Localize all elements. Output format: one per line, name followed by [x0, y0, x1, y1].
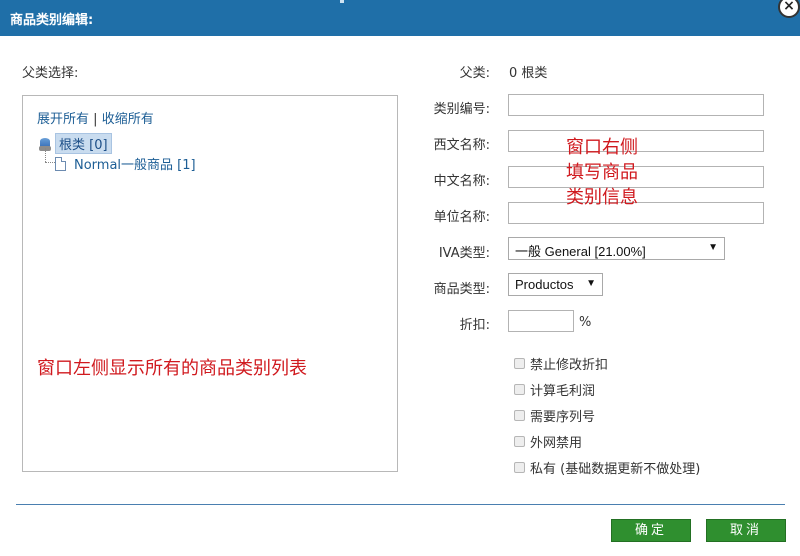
tree-node-child[interactable]: Normal一般商品 [1]: [55, 154, 196, 173]
checkbox-calc-gross-profit[interactable]: 计算毛利润: [514, 380, 595, 399]
product-type-label: 商品类型:: [433, 282, 490, 297]
dialog-title: 商品类别编辑:: [10, 13, 94, 28]
checkbox-box[interactable]: [514, 358, 525, 369]
western-name-label: 西文名称:: [433, 138, 490, 153]
tree-actions: 展开所有 | 收缩所有: [37, 108, 154, 127]
right-annotation-line: 窗口右侧: [566, 137, 638, 158]
checkbox-label: 需要序列号: [530, 410, 596, 425]
close-icon: ×: [783, 0, 795, 14]
dialog-titlebar: 商品类别编辑:: [0, 0, 800, 36]
right-annotation: 窗口右侧 填写商品 类别信息: [566, 135, 638, 210]
code-label: 类别编号:: [433, 102, 490, 117]
tree-node-root[interactable]: 根类 [0]: [39, 133, 112, 154]
right-annotation-line: 填写商品: [566, 162, 638, 183]
tree-node-root-label[interactable]: 根类 [0]: [55, 133, 112, 154]
checkbox-label: 外网禁用: [530, 436, 583, 451]
category-tree-panel: 展开所有 | 收缩所有 根类 [0] Normal一般商品 [1] 窗口左侧显示…: [22, 95, 398, 472]
parent-value: 0 根类: [509, 66, 548, 81]
checkbox-disable-discount-edit[interactable]: 禁止修改折扣: [514, 354, 608, 373]
confirm-button[interactable]: 确定: [611, 519, 691, 542]
checkbox-private[interactable]: 私有 (基础数据更新不做处理): [514, 458, 700, 477]
cancel-button[interactable]: 取消: [706, 519, 786, 542]
left-annotation: 窗口左侧显示所有的商品类别列表: [37, 358, 307, 379]
titlebar-notch: [340, 0, 344, 3]
parent-label: 父类:: [459, 66, 490, 81]
tree-actions-separator: |: [93, 112, 98, 127]
percent-sign: %: [579, 315, 592, 330]
collapse-all-link[interactable]: 收缩所有: [102, 112, 154, 127]
checkbox-label: 计算毛利润: [530, 384, 596, 399]
product-type-select[interactable]: Productos ▼: [508, 273, 603, 296]
unit-name-label: 单位名称:: [433, 210, 490, 225]
checkbox-box[interactable]: [514, 462, 525, 473]
discount-label: 折扣:: [459, 318, 490, 333]
iva-type-selected: 一般 General [21.00%]: [515, 244, 646, 259]
checkbox-box[interactable]: [514, 384, 525, 395]
checkbox-box[interactable]: [514, 410, 525, 421]
dropdown-arrow-icon: ▼: [586, 278, 596, 289]
tree-connector-vertical: [45, 148, 46, 162]
checkbox-label: 禁止修改折扣: [530, 358, 609, 373]
chinese-name-label: 中文名称:: [433, 174, 490, 189]
product-type-selected: Productos: [515, 277, 574, 292]
footer-divider: [16, 504, 785, 505]
parent-select-label: 父类选择:: [22, 66, 79, 81]
category-code-input[interactable]: [508, 94, 764, 116]
document-icon: [55, 156, 66, 171]
iva-type-select[interactable]: 一般 General [21.00%] ▼: [508, 237, 725, 260]
checkbox-box[interactable]: [514, 436, 525, 447]
right-annotation-line: 类别信息: [566, 187, 638, 208]
expand-all-link[interactable]: 展开所有: [37, 112, 89, 127]
checkbox-require-serial[interactable]: 需要序列号: [514, 406, 595, 425]
dropdown-arrow-icon: ▼: [708, 242, 718, 253]
discount-input[interactable]: [508, 310, 574, 332]
tree-connector-horizontal: [45, 162, 55, 163]
tree-node-child-label[interactable]: Normal一般商品 [1]: [74, 154, 196, 173]
iva-type-label: IVA类型:: [438, 246, 490, 261]
checkbox-label: 私有 (基础数据更新不做处理): [530, 462, 701, 477]
checkbox-external-disabled[interactable]: 外网禁用: [514, 432, 582, 451]
